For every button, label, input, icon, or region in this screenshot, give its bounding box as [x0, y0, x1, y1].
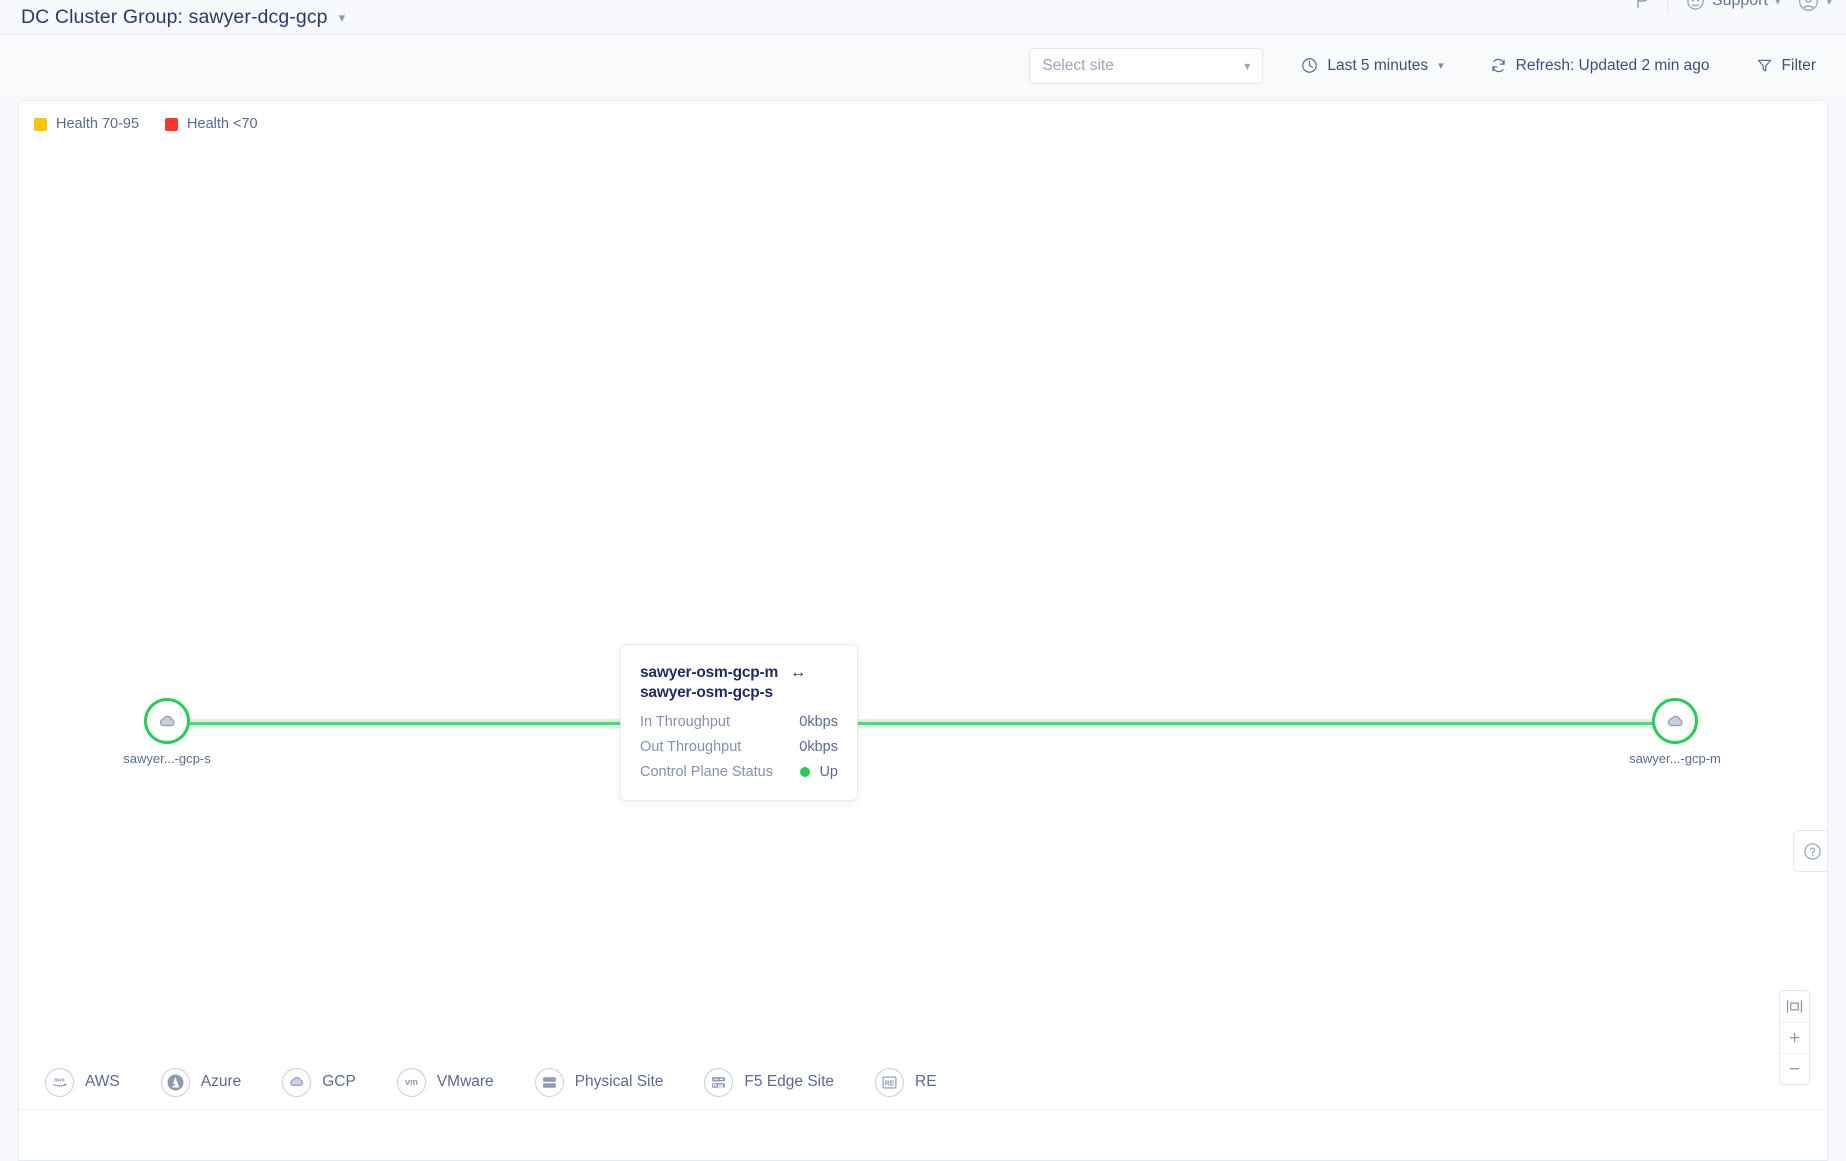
- topology-graph: sawyer...-gcp-s sawyer...-gcp-m sawyer-o…: [19, 101, 1827, 1160]
- svg-text:aws: aws: [54, 1078, 65, 1084]
- topology-link[interactable]: [167, 719, 1675, 728]
- plus-icon: +: [1788, 1027, 1801, 1049]
- legend-label: RE: [915, 1073, 937, 1090]
- time-range-label: Last 5 minutes: [1327, 56, 1429, 74]
- topology-node-left[interactable]: [144, 698, 190, 744]
- chevron-down-icon: ▾: [1244, 58, 1251, 73]
- link-metric-row: Out Throughput 0kbps: [640, 735, 838, 760]
- bidirectional-arrow-icon: ↔: [790, 663, 807, 681]
- metric-key: Out Throughput: [640, 738, 742, 755]
- link-status-row: Control Plane Status Up: [640, 760, 838, 785]
- topology-node-right-label: sawyer...-gcp-m: [1629, 751, 1721, 766]
- legend-label: F5 Edge Site: [744, 1073, 835, 1090]
- topology-toolbar: Select site ▾ Last 5 minutes ▾ Refresh: …: [0, 35, 1846, 96]
- legend-label: AWS: [85, 1073, 120, 1090]
- link-endpoint-b: sawyer-osm-gcp-s: [640, 683, 773, 701]
- link-metric-row: In Throughput 0kbps: [640, 710, 838, 735]
- filter-label: Filter: [1781, 56, 1816, 74]
- legend-label: GCP: [322, 1073, 356, 1090]
- gcp-cloud-icon: [1665, 711, 1686, 732]
- provider-legend: aws AWS Azure GCP vm VMware Physical Sit…: [45, 1059, 978, 1105]
- minus-icon: −: [1788, 1058, 1801, 1080]
- link-core: [167, 722, 1675, 725]
- legend-item-physical-site[interactable]: Physical Site: [534, 1067, 664, 1097]
- clock-icon: [1301, 57, 1318, 74]
- link-metrics: In Throughput 0kbps Out Throughput 0kbps…: [640, 710, 838, 785]
- time-range-button[interactable]: Last 5 minutes ▾: [1293, 48, 1451, 84]
- page-title: DC Cluster Group: sawyer-dcg-gcp: [21, 5, 328, 28]
- filter-button[interactable]: Filter: [1748, 48, 1824, 84]
- site-select[interactable]: Select site ▾: [1029, 47, 1264, 84]
- site-select-placeholder: Select site: [1042, 56, 1114, 74]
- status-key: Control Plane Status: [640, 763, 773, 780]
- legend-item-f5-edge-site[interactable]: f5 F5 Edge Site: [704, 1067, 835, 1097]
- link-endpoint-a: sawyer-osm-gcp-m: [640, 664, 779, 681]
- aws-icon: aws: [45, 1067, 74, 1097]
- zoom-in-button[interactable]: +: [1780, 1022, 1809, 1053]
- refresh-button[interactable]: Refresh: Updated 2 min ago: [1482, 48, 1718, 84]
- legend-item-azure[interactable]: Azure: [160, 1067, 242, 1097]
- azure-icon: [160, 1067, 190, 1097]
- topology-node-right[interactable]: [1652, 698, 1698, 744]
- topology-canvas[interactable]: Health 70-95 Health <70 sawyer...-gcp-s: [18, 100, 1828, 1161]
- help-button[interactable]: [1793, 830, 1827, 872]
- funnel-icon: [1756, 57, 1773, 74]
- server-rack-icon: [534, 1067, 564, 1097]
- fit-to-screen-icon: [1786, 999, 1803, 1014]
- re-badge-icon: RE: [875, 1067, 905, 1097]
- f5-edge-server-icon: f5: [704, 1067, 734, 1097]
- question-circle-icon: [1803, 842, 1822, 861]
- legend-label: Physical Site: [574, 1073, 664, 1090]
- zoom-controls: + −: [1779, 990, 1810, 1085]
- link-tooltip-header: sawyer-osm-gcp-m ↔: [640, 663, 838, 683]
- legend-item-re[interactable]: RE RE: [875, 1067, 937, 1097]
- gcp-cloud-icon: [282, 1067, 312, 1097]
- legend-item-aws[interactable]: aws AWS: [45, 1067, 120, 1097]
- link-detail-tooltip: sawyer-osm-gcp-m ↔ sawyer-osm-gcp-s In T…: [620, 644, 858, 802]
- fit-to-screen-button[interactable]: [1780, 991, 1809, 1022]
- page-title-bar: DC Cluster Group: sawyer-dcg-gcp ▾: [0, 0, 1846, 34]
- legend-label: Azure: [200, 1073, 242, 1090]
- refresh-icon: [1490, 57, 1507, 74]
- svg-text:f5: f5: [713, 1083, 717, 1088]
- zoom-out-button[interactable]: −: [1780, 1053, 1809, 1084]
- chevron-down-icon: ▾: [1438, 60, 1444, 72]
- status-dot-icon: [800, 767, 811, 777]
- legend-label: VMware: [436, 1073, 494, 1090]
- metric-key: In Throughput: [640, 713, 731, 730]
- legend-item-vmware[interactable]: vm VMware: [396, 1067, 494, 1097]
- vmware-icon: vm: [396, 1067, 426, 1097]
- topology-node-left-label: sawyer...-gcp-s: [123, 751, 211, 766]
- legend-item-gcp[interactable]: GCP: [282, 1067, 356, 1097]
- status-badge: Up: [819, 763, 838, 780]
- svg-text:RE: RE: [885, 1079, 895, 1087]
- metric-value: 0kbps: [799, 738, 838, 755]
- refresh-label: Refresh: Updated 2 min ago: [1515, 56, 1710, 74]
- provider-legend-divider: [19, 1109, 1827, 1110]
- chevron-down-icon[interactable]: ▾: [339, 11, 346, 24]
- gcp-cloud-icon: [157, 711, 178, 732]
- metric-value: 0kbps: [799, 713, 838, 730]
